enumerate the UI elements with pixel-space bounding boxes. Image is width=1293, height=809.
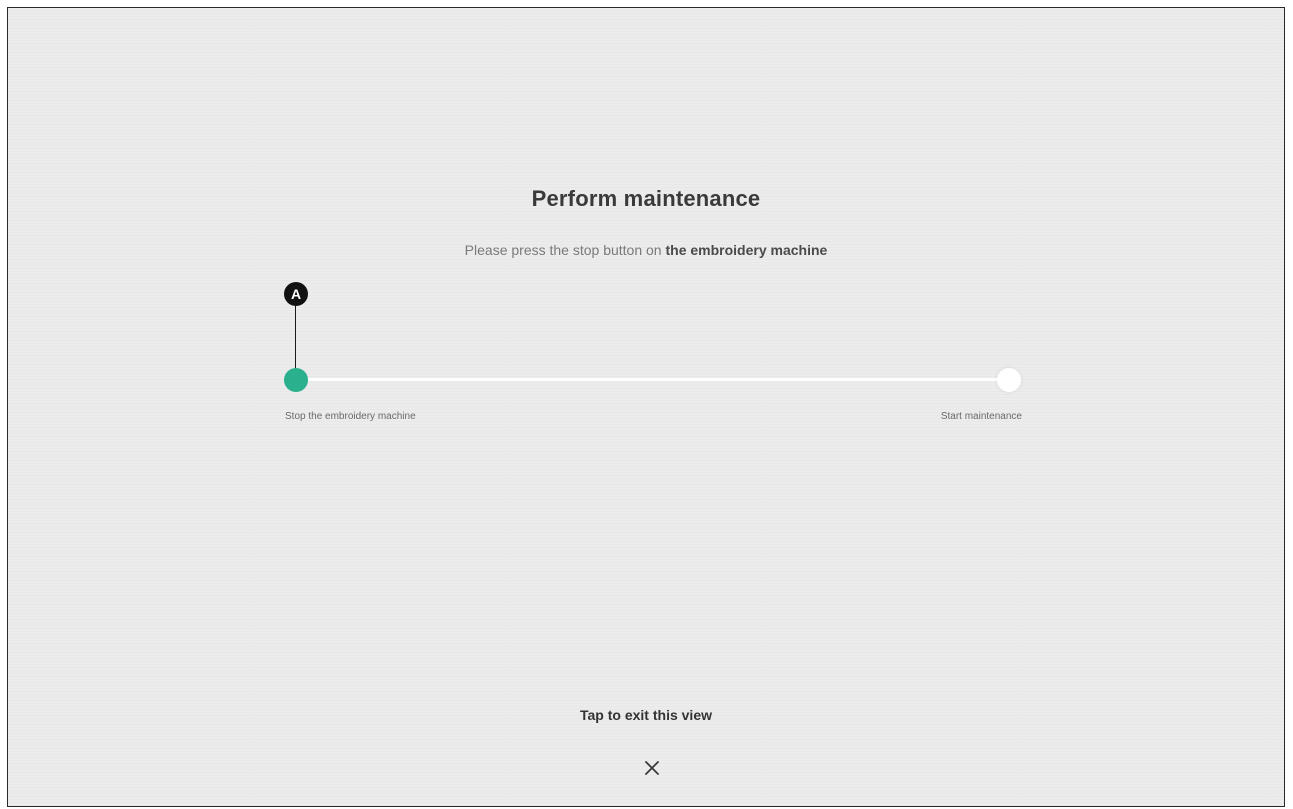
callout-leader-line — [295, 304, 296, 370]
instruction-prefix: Please press the stop button on — [464, 242, 666, 258]
step-indicator-stop-machine — [284, 368, 308, 392]
progress-track — [296, 378, 1010, 381]
step-label-stop-machine: Stop the embroidery machine — [285, 411, 416, 422]
page-title: Perform maintenance — [531, 186, 761, 211]
maintenance-screen: Perform maintenance Please press the sto… — [7, 7, 1285, 807]
instruction-emphasis: the embroidery machine — [665, 242, 828, 258]
step-label-start-maintenance: Start maintenance — [940, 411, 1022, 422]
exit-hint-text: Tap to exit this view — [580, 707, 712, 723]
instruction-text: Please press the stop button on the embr… — [8, 242, 1284, 258]
step-indicator-start-maintenance — [997, 368, 1021, 392]
callout-badge-a: A — [284, 282, 308, 306]
close-button[interactable] — [638, 754, 666, 782]
close-icon — [645, 761, 659, 775]
